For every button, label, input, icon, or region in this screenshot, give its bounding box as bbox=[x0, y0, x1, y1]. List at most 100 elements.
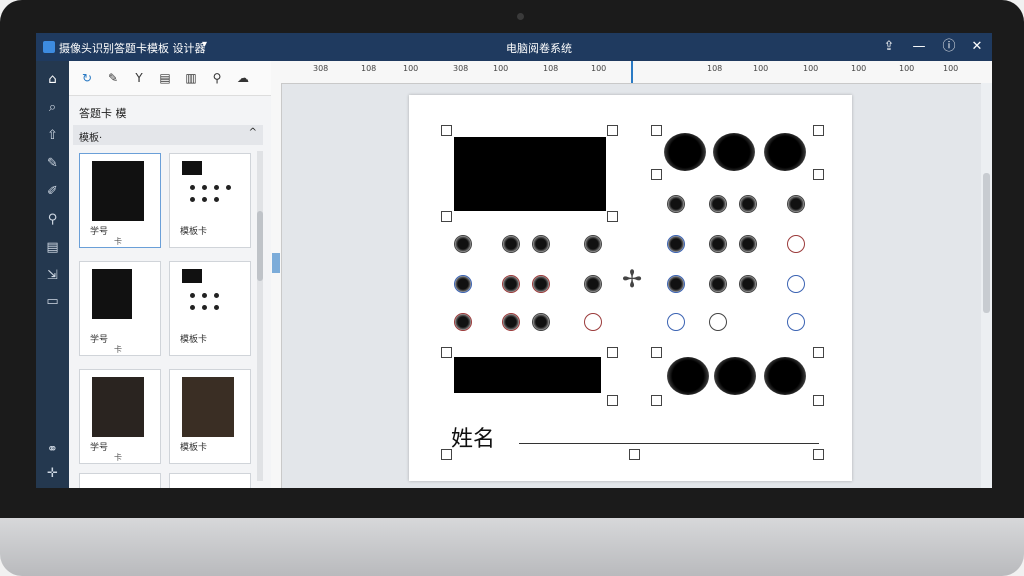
export-icon[interactable]: ⇲ bbox=[44, 267, 61, 284]
filled-mark bbox=[764, 133, 806, 171]
resize-handle[interactable] bbox=[813, 125, 824, 136]
answer-bubble[interactable] bbox=[454, 275, 472, 293]
close-button[interactable]: ✕ bbox=[968, 38, 986, 56]
answer-bubble[interactable] bbox=[787, 235, 805, 253]
marker-block[interactable] bbox=[454, 137, 606, 211]
template-card[interactable]: 学号 卡 bbox=[79, 153, 161, 248]
resize-handle[interactable] bbox=[813, 395, 824, 406]
ruler-position-marker[interactable] bbox=[631, 61, 633, 83]
ruler-label: 100 bbox=[753, 64, 769, 73]
design-canvas[interactable]: 308 108 100 308 100 108 100 108 100 100 … bbox=[271, 61, 992, 488]
resize-handle[interactable] bbox=[441, 449, 452, 460]
resize-handle[interactable] bbox=[651, 395, 662, 406]
search-icon[interactable]: ⌕ bbox=[44, 99, 61, 116]
document-icon[interactable]: ▤ bbox=[157, 70, 173, 86]
answer-bubble[interactable] bbox=[532, 235, 550, 253]
answer-sheet-page[interactable]: ✢ 姓名 bbox=[409, 95, 852, 481]
resize-handle[interactable] bbox=[441, 125, 452, 136]
answer-bubble[interactable] bbox=[584, 275, 602, 293]
resize-handle[interactable] bbox=[607, 211, 618, 222]
answer-bubble[interactable] bbox=[709, 195, 727, 213]
template-section-header[interactable]: 模板· ^ bbox=[73, 125, 263, 145]
resize-handle[interactable] bbox=[813, 347, 824, 358]
panel-header: 答题卡 模 bbox=[79, 107, 127, 120]
pencil-icon[interactable]: ✎ bbox=[105, 70, 121, 86]
canvas-scrollbar[interactable] bbox=[981, 83, 992, 488]
answer-bubble[interactable] bbox=[787, 313, 805, 331]
archive-icon[interactable]: ▭ bbox=[44, 293, 61, 310]
template-card[interactable]: 模板卡 bbox=[169, 153, 251, 248]
template-card[interactable]: 模板卡 bbox=[169, 369, 251, 464]
resize-handle[interactable] bbox=[441, 211, 452, 222]
template-card[interactable] bbox=[169, 473, 251, 488]
answer-bubble[interactable] bbox=[502, 313, 520, 331]
marker-block[interactable] bbox=[454, 357, 601, 393]
resize-handle[interactable] bbox=[813, 449, 824, 460]
upload-icon[interactable]: ⇧ bbox=[44, 127, 61, 144]
print-icon[interactable]: ▥ bbox=[183, 70, 199, 86]
resize-handle[interactable] bbox=[651, 125, 662, 136]
move-icon[interactable]: ✛ bbox=[44, 465, 61, 482]
cloud-icon[interactable]: ☁ bbox=[235, 70, 251, 86]
resize-handle[interactable] bbox=[607, 347, 618, 358]
name-field-line[interactable] bbox=[519, 443, 819, 444]
minimize-button[interactable]: — bbox=[910, 38, 928, 56]
answer-bubble[interactable] bbox=[709, 235, 727, 253]
panel-scrollbar[interactable] bbox=[257, 151, 263, 481]
answer-bubble[interactable] bbox=[532, 313, 550, 331]
resize-handle[interactable] bbox=[813, 169, 824, 180]
window-center-title: 电脑阅卷系统 bbox=[506, 42, 572, 55]
answer-bubble[interactable] bbox=[667, 275, 685, 293]
resize-handle[interactable] bbox=[629, 449, 640, 460]
resize-handle[interactable] bbox=[607, 395, 618, 406]
answer-bubble[interactable] bbox=[584, 235, 602, 253]
answer-bubble[interactable] bbox=[584, 313, 602, 331]
answer-bubble[interactable] bbox=[739, 195, 757, 213]
resize-handle[interactable] bbox=[441, 347, 452, 358]
answer-bubble[interactable] bbox=[709, 313, 727, 331]
resize-handle[interactable] bbox=[651, 169, 662, 180]
answer-bubble[interactable] bbox=[787, 275, 805, 293]
answer-bubble[interactable] bbox=[667, 195, 685, 213]
chevron-down-icon[interactable]: ▾ bbox=[202, 39, 207, 50]
template-card[interactable]: 学号 卡 bbox=[79, 261, 161, 356]
app-window: 摄像头识别答题卡模板 设计器 ▾ 电脑阅卷系统 ⇪ — ⓘ ✕ ⌂ ⌕ ⇧ ✎ … bbox=[36, 33, 992, 488]
answer-bubble[interactable] bbox=[667, 235, 685, 253]
template-label: 模板卡 bbox=[180, 227, 208, 237]
answer-bubble[interactable] bbox=[739, 275, 757, 293]
answer-bubble[interactable] bbox=[454, 235, 472, 253]
scroll-thumb[interactable] bbox=[257, 211, 263, 281]
chevron-up-icon[interactable]: ^ bbox=[249, 127, 257, 138]
layers-icon[interactable]: ▤ bbox=[44, 239, 61, 256]
share-window-icon[interactable]: ⇪ bbox=[880, 38, 898, 56]
info-button[interactable]: ⓘ bbox=[940, 38, 958, 56]
webcam bbox=[517, 13, 524, 20]
answer-bubble[interactable] bbox=[787, 195, 805, 213]
zoom-icon[interactable]: ⚲ bbox=[209, 70, 225, 86]
resize-handle[interactable] bbox=[607, 125, 618, 136]
answer-bubble[interactable] bbox=[667, 313, 685, 331]
answer-bubble[interactable] bbox=[502, 275, 520, 293]
ruler-label: 108 bbox=[707, 64, 723, 73]
ruler-label: 100 bbox=[943, 64, 959, 73]
filter-icon[interactable]: Y bbox=[131, 70, 147, 86]
answer-bubble[interactable] bbox=[709, 275, 727, 293]
share-icon[interactable]: ⚭ bbox=[44, 441, 61, 458]
answer-bubble[interactable] bbox=[502, 235, 520, 253]
scroll-thumb[interactable] bbox=[983, 173, 990, 313]
answer-bubble[interactable] bbox=[739, 235, 757, 253]
answer-bubble[interactable] bbox=[532, 275, 550, 293]
ruler-label: 100 bbox=[493, 64, 509, 73]
answer-bubble[interactable] bbox=[454, 313, 472, 331]
template-card[interactable]: 学号 卡 bbox=[79, 369, 161, 464]
ruler-position-marker[interactable] bbox=[272, 253, 280, 273]
resize-handle[interactable] bbox=[651, 347, 662, 358]
zoom-icon[interactable]: ⚲ bbox=[44, 211, 61, 228]
refresh-icon[interactable]: ↻ bbox=[79, 70, 95, 86]
pen-icon[interactable]: ✎ bbox=[44, 155, 61, 172]
brush-icon[interactable]: ✐ bbox=[44, 183, 61, 200]
template-card[interactable]: 模板卡 bbox=[169, 261, 251, 356]
template-card[interactable] bbox=[79, 473, 161, 488]
home-icon[interactable]: ⌂ bbox=[44, 71, 61, 88]
horizontal-ruler: 308 108 100 308 100 108 100 108 100 100 … bbox=[271, 61, 992, 84]
